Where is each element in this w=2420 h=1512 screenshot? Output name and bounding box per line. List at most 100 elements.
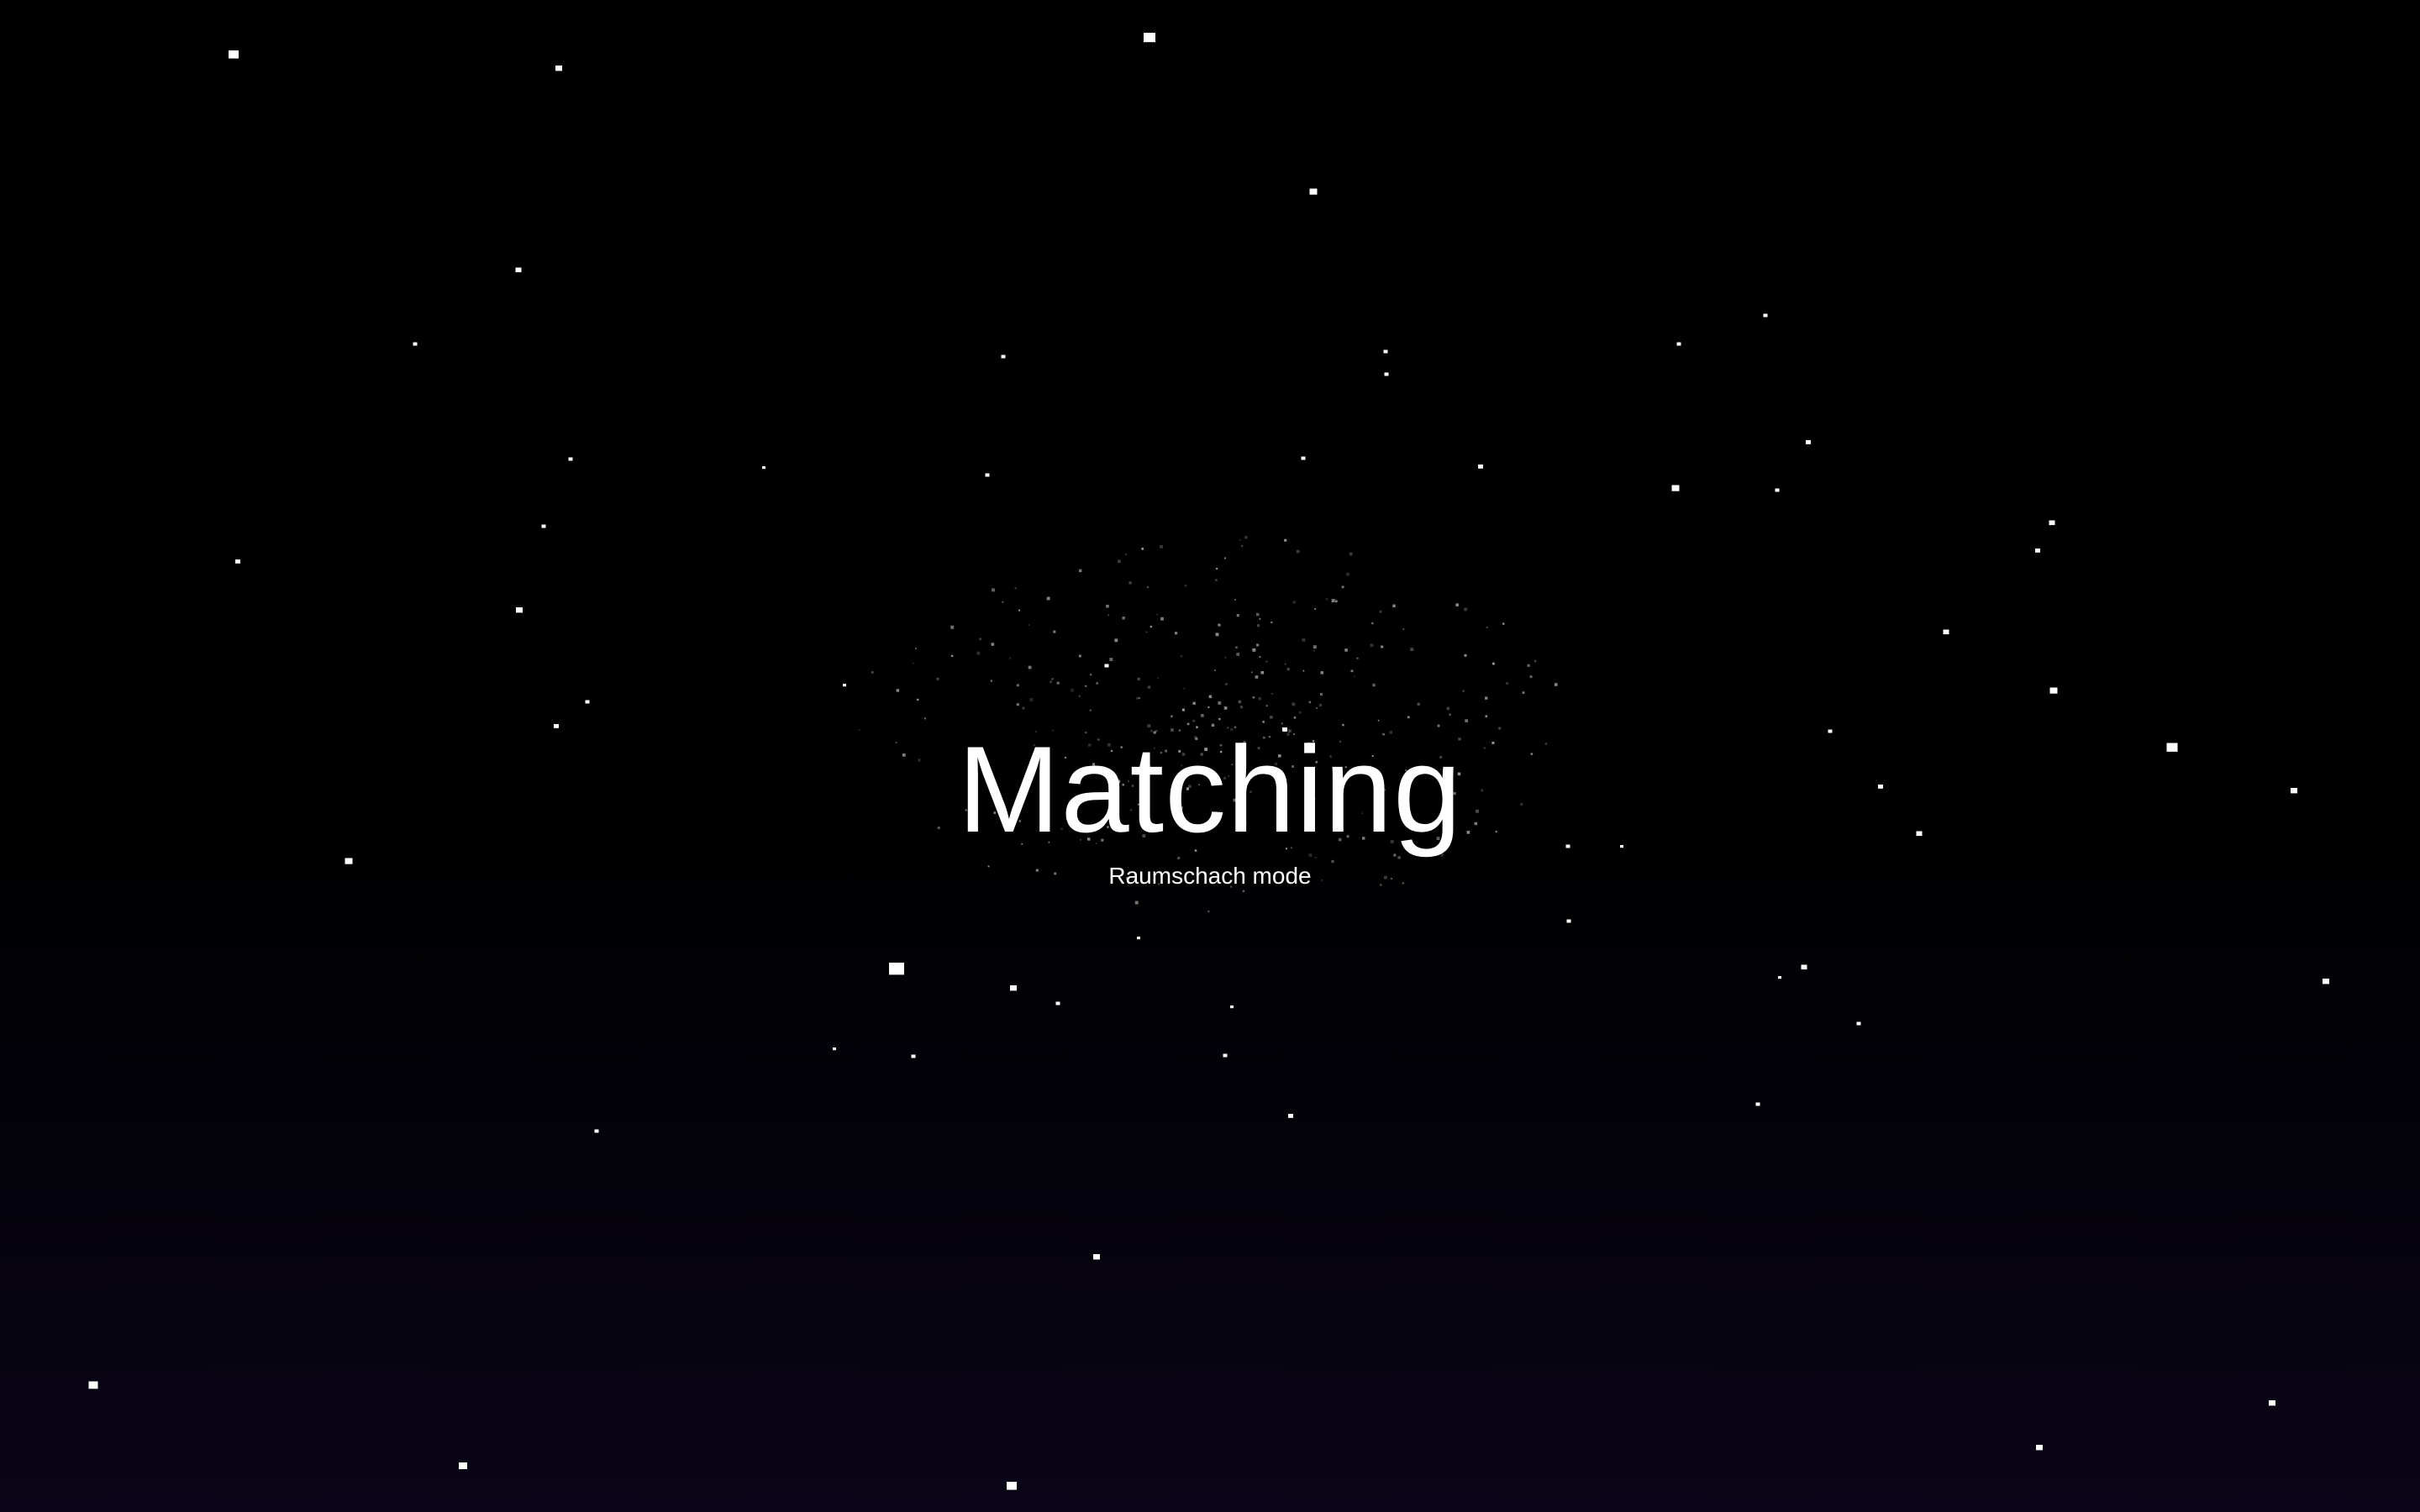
particle: [1284, 538, 1287, 542]
particle: [1223, 706, 1228, 710]
particle: [1527, 664, 1530, 667]
particle: [992, 588, 995, 592]
star: [1137, 937, 1140, 940]
particle: [1160, 544, 1164, 549]
particle: [1171, 715, 1173, 717]
star: [2269, 1400, 2275, 1406]
particle: [1239, 706, 1244, 709]
particle: [1349, 552, 1353, 556]
particle: [1106, 604, 1109, 608]
star: [1104, 664, 1109, 668]
star: [1566, 919, 1571, 923]
particle: [1318, 703, 1323, 707]
particle: [1218, 717, 1221, 721]
particle: [1109, 658, 1113, 662]
particle: [1464, 654, 1467, 657]
particle: [1286, 668, 1290, 671]
star: [235, 559, 240, 564]
particle: [1225, 683, 1228, 685]
particle: [1014, 587, 1017, 590]
star: [2035, 549, 2040, 553]
particle: [1051, 678, 1054, 680]
star: [1301, 456, 1306, 460]
particle: [1485, 696, 1488, 700]
particle: [1141, 548, 1144, 550]
star: [1230, 1005, 1234, 1009]
particle: [1207, 910, 1210, 913]
star: [594, 1129, 599, 1133]
star: [229, 50, 239, 59]
particle: [1265, 705, 1268, 707]
particle: [1255, 675, 1259, 679]
particle: [1224, 656, 1227, 659]
particle: [1224, 557, 1227, 559]
particle: [1371, 622, 1374, 625]
matching-title: Matching: [957, 721, 1463, 858]
star: [1309, 188, 1318, 195]
particle: [950, 625, 955, 629]
particle: [1157, 677, 1159, 680]
particle: [1078, 695, 1081, 697]
particle: [1139, 697, 1140, 699]
particle: [1244, 535, 1248, 539]
particle: [1259, 656, 1261, 658]
particle: [1522, 691, 1525, 694]
particle: [1089, 673, 1092, 676]
star: [1001, 354, 1006, 359]
particle: [1462, 690, 1465, 692]
particle: [1022, 706, 1025, 710]
particle: [1417, 702, 1420, 706]
particle: [1056, 681, 1060, 685]
particle: [1464, 607, 1468, 612]
particle: [936, 677, 939, 680]
star: [516, 607, 523, 613]
particle: [1150, 625, 1152, 628]
particle: [1107, 614, 1110, 617]
particle: [1046, 596, 1050, 601]
particle: [1137, 677, 1140, 680]
particle: [1271, 693, 1273, 695]
particle: [1183, 687, 1186, 690]
star: [2036, 1445, 2043, 1451]
star: [1755, 1102, 1760, 1106]
particle: [912, 662, 914, 664]
particle: [1160, 617, 1164, 621]
particle: [1284, 663, 1286, 665]
star: [985, 473, 990, 477]
particle: [1259, 617, 1261, 620]
star: [889, 963, 904, 975]
particle: [1331, 599, 1335, 603]
star: [1055, 1001, 1060, 1005]
particle: [1402, 628, 1405, 631]
particle: [917, 698, 919, 701]
star: [1288, 1114, 1293, 1118]
star: [1383, 349, 1388, 354]
star: [459, 1462, 467, 1469]
particle: [1218, 701, 1222, 705]
star: [1775, 488, 1780, 492]
particle: [1085, 685, 1087, 687]
particle: [1145, 631, 1148, 633]
particle: [1534, 659, 1537, 663]
star: [88, 1381, 98, 1389]
star: [1943, 629, 1949, 635]
particle: [1381, 645, 1384, 648]
star: [1093, 1254, 1100, 1260]
star: [1676, 342, 1681, 346]
matching-status: Matching Raumschach mode: [0, 722, 2420, 890]
particle: [990, 680, 992, 682]
particle: [1050, 680, 1052, 684]
particle: [1216, 567, 1218, 570]
star: [1384, 372, 1389, 376]
particle: [1078, 569, 1082, 573]
particle: [896, 689, 900, 692]
particle: [1502, 622, 1505, 625]
particle: [1292, 702, 1296, 706]
particle: [1270, 621, 1273, 624]
particle: [1296, 549, 1300, 554]
star: [515, 267, 522, 273]
particle: [1407, 716, 1410, 719]
particle: [1252, 648, 1256, 652]
particle: [1554, 683, 1558, 686]
particle: [1485, 715, 1488, 718]
